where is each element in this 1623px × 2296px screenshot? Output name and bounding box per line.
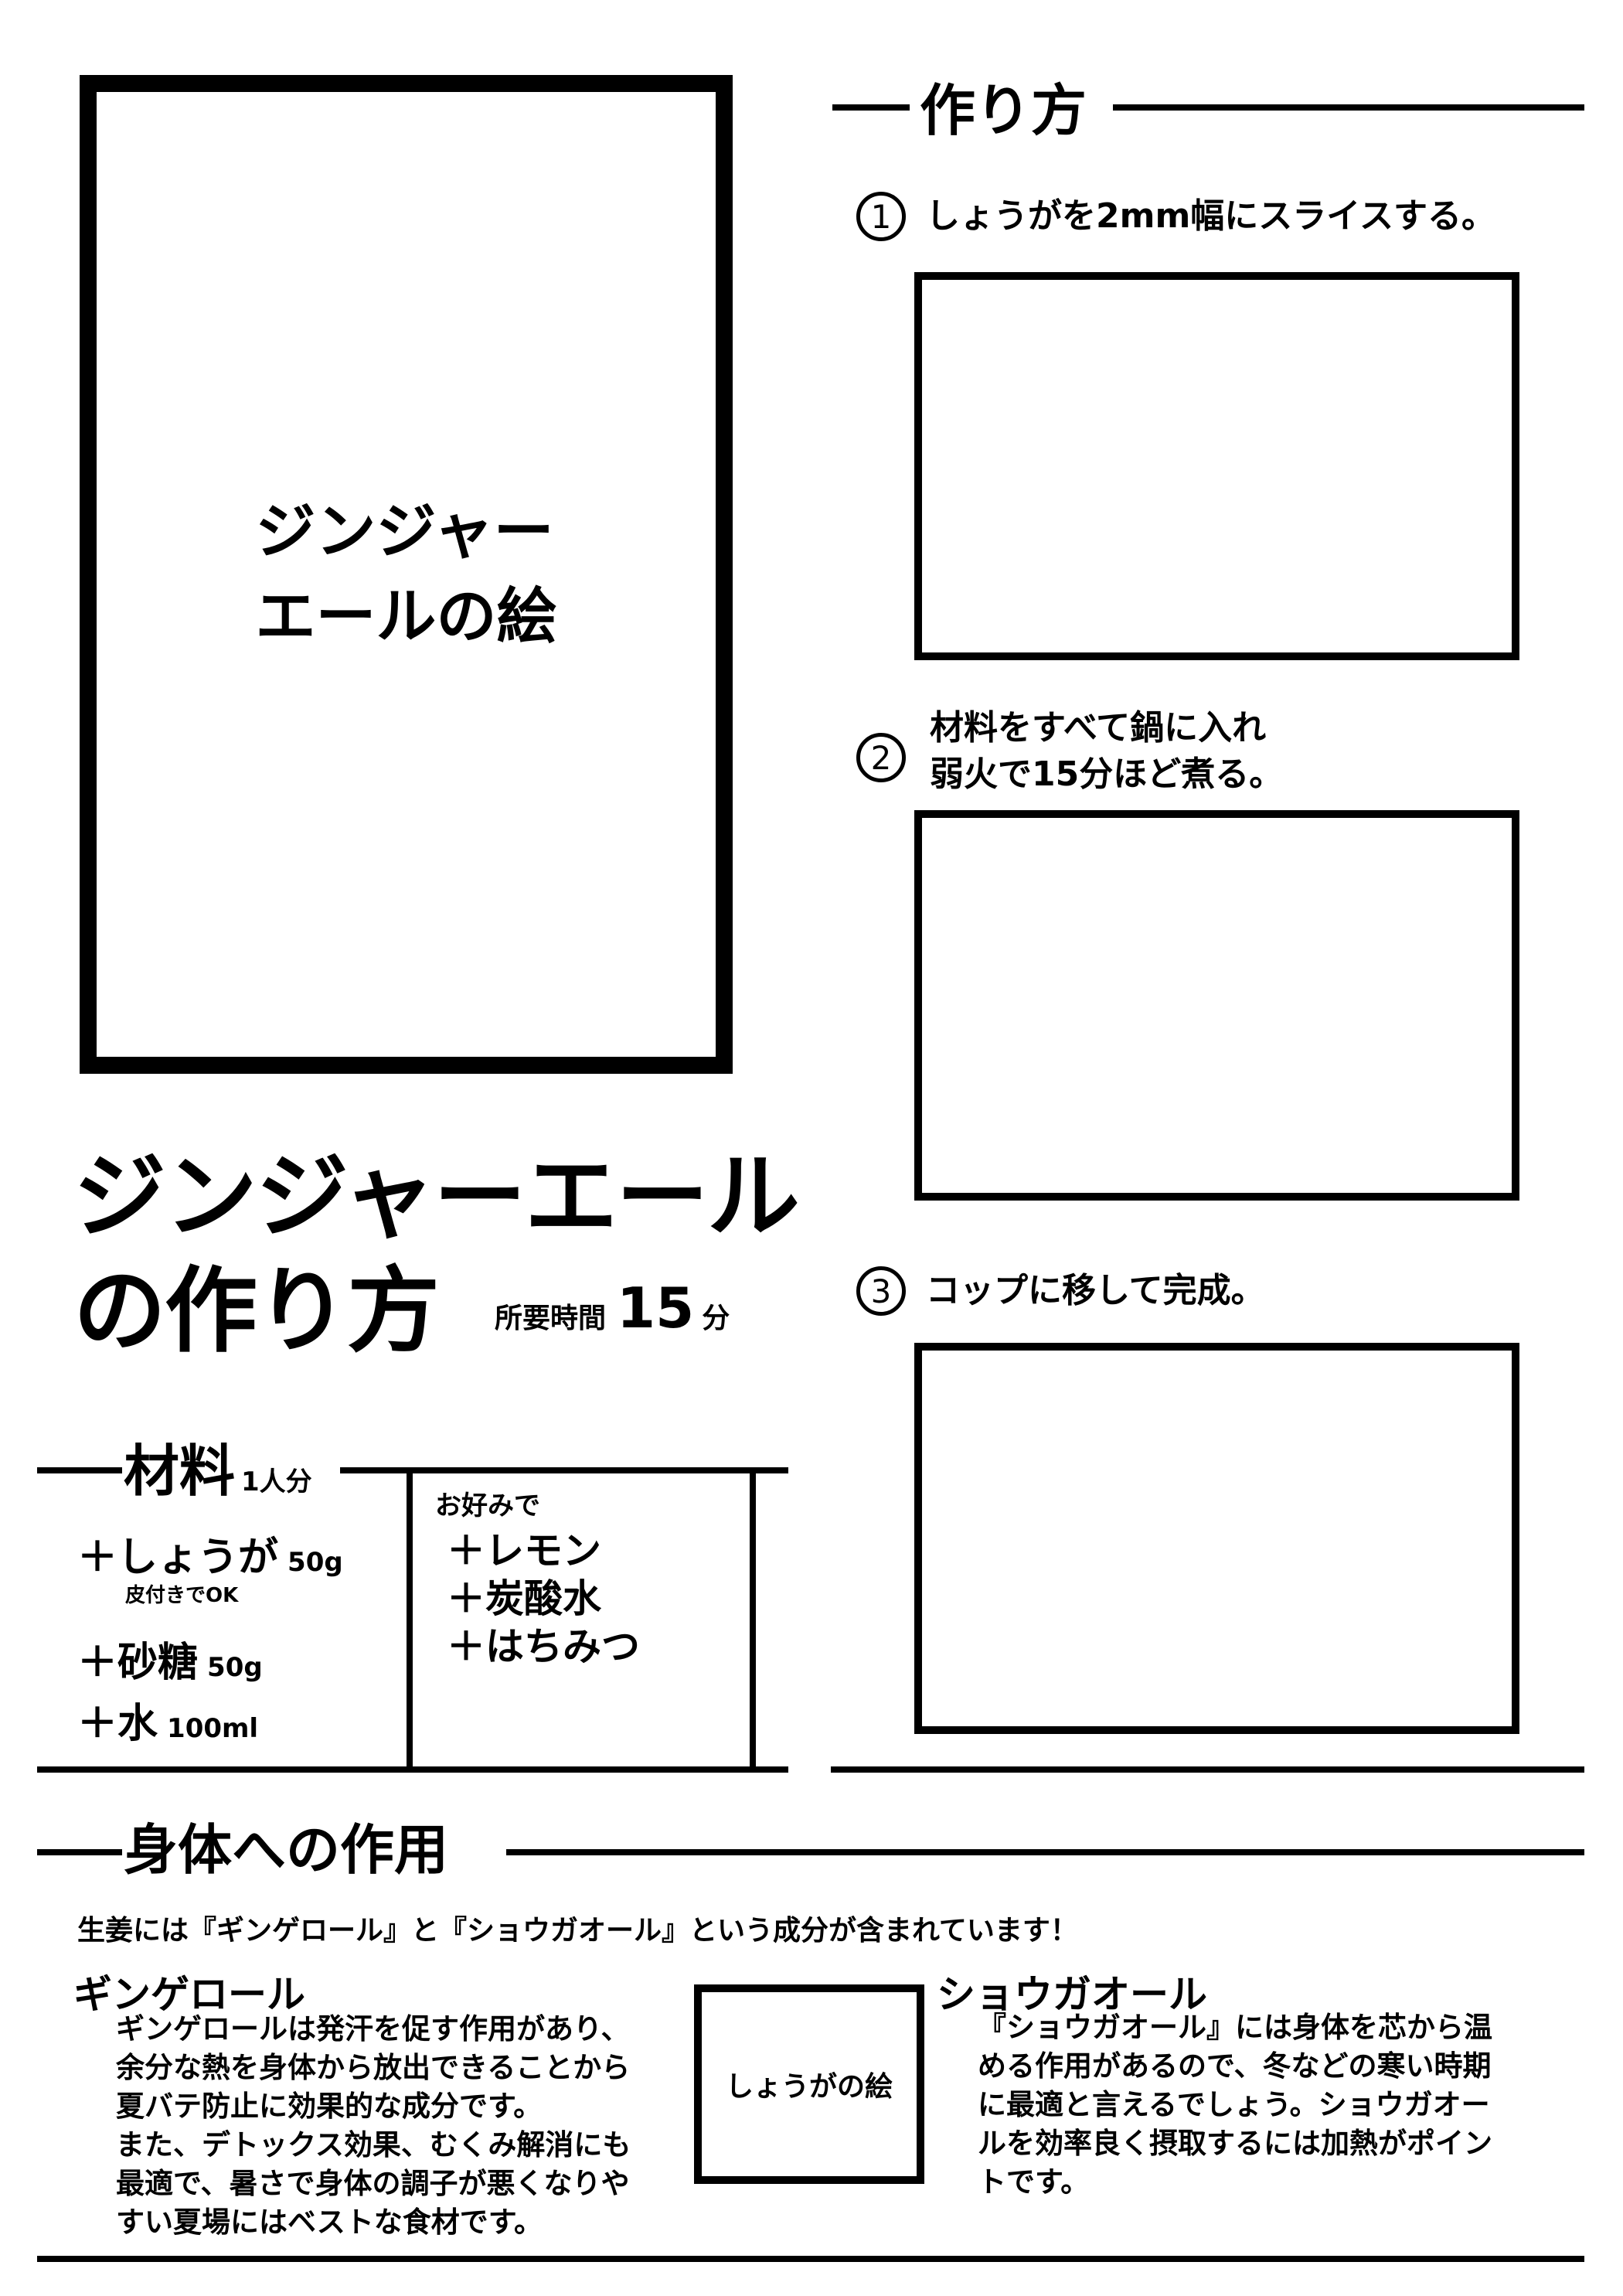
ingredient-amount: 50g [288, 1547, 343, 1578]
effects-intro: 生姜には『ギンゲロール』と『ショウガオール』という成分が含まれています！ [77, 1915, 1078, 1947]
step-1-image-placeholder [914, 272, 1519, 660]
effects-heading: 身体への作用 [124, 1818, 448, 1882]
ingredients-title: 材料 [124, 1439, 236, 1504]
ingredients-heading-rule-left [37, 1467, 122, 1473]
prep-time-value: 15 [617, 1276, 695, 1340]
ingredients-heading: 材料 1人分 [124, 1436, 312, 1506]
optional-name: 炭酸水 [485, 1576, 601, 1621]
illustration-label: ジンジャー エールの絵 [255, 497, 557, 652]
gingerol-text: ギンゲロールは発汗を促す作用があり、 余分な熱を身体から放出できることから 夏バ… [116, 2012, 631, 2239]
ingredient-bullet: ＋ [77, 1701, 118, 1747]
optional-name: はちみつ [485, 1624, 640, 1669]
optional-item: ＋レモン [447, 1527, 640, 1575]
ginger-picture-placeholder: しょうがの絵 [694, 1984, 924, 2184]
optional-bullet: ＋ [447, 1624, 485, 1669]
method-heading-rule-right [1113, 104, 1584, 111]
step-3-image-placeholder [914, 1343, 1519, 1734]
ingredient-bullet: ＋ [77, 1535, 118, 1581]
effects-heading-rule-left [37, 1849, 122, 1855]
step-2-text: 材料をすべて鍋に入れ 弱火で15分ほど煮る。 [930, 708, 1284, 794]
effects-heading-rule-right [506, 1849, 1584, 1855]
ingredient-item: ＋しょうが 50g [77, 1524, 343, 1582]
optional-name: レモン [485, 1528, 601, 1573]
shogaol-text: 『ショウガオール』には身体を芯から温 める作用があるので、冬などの寒い時期 に最… [978, 2011, 1492, 2199]
step-3-number: 3 [856, 1266, 906, 1316]
ingredients-divider [407, 1467, 413, 1773]
prep-time: 所要時間 15 分 [495, 1276, 730, 1340]
page-bottom-rule [37, 2256, 1584, 2262]
optional-heading: お好みで [435, 1490, 540, 1521]
optional-bullet: ＋ [447, 1576, 485, 1621]
method-heading: 作り方 [920, 78, 1087, 143]
title-line-1: ジンジャーエール [73, 1143, 800, 1251]
step-2-number: 2 [856, 733, 906, 782]
serving-size: 1人分 [241, 1467, 312, 1497]
prep-time-label: 所要時間 [495, 1303, 607, 1334]
ingredients-bottom-rule [37, 1766, 788, 1773]
ingredient-amount: 50g [207, 1652, 263, 1683]
drink-illustration-placeholder: ジンジャー エールの絵 [80, 75, 733, 1074]
ingredients-right-border [750, 1467, 756, 1773]
ingredient-note: 皮付きでOK [125, 1584, 239, 1607]
ingredient-name: 砂糖 [117, 1640, 199, 1686]
ingredient-bullet: ＋ [77, 1640, 118, 1686]
optional-item: ＋はちみつ [447, 1623, 640, 1671]
prep-time-unit: 分 [702, 1303, 730, 1334]
step-1-text: しょうがを2mm幅にスライスする。 [926, 196, 1495, 236]
ingredient-name: 水 [117, 1701, 158, 1747]
step-2-image-placeholder [914, 810, 1519, 1201]
method-heading-rule-left [832, 104, 910, 111]
ginger-picture-label: しょうがの絵 [725, 2071, 893, 2103]
optional-item: ＋炭酸水 [447, 1575, 640, 1623]
method-bottom-rule [831, 1766, 1584, 1773]
step-3-text: コップに移して完成。 [926, 1271, 1265, 1310]
ingredient-item: ＋水 100ml [77, 1691, 343, 1749]
ingredient-amount: 100ml [167, 1713, 259, 1744]
ingredient-item: ＋砂糖 50g [77, 1630, 343, 1688]
step-1-number: 1 [856, 192, 906, 241]
optional-bullet: ＋ [447, 1528, 485, 1573]
ingredient-list: ＋しょうが 50g 皮付きでOK ＋砂糖 50g ＋水 100ml [77, 1524, 343, 1749]
ingredient-name: しょうが [117, 1535, 279, 1581]
optional-list: ＋レモン ＋炭酸水 ＋はちみつ [447, 1527, 640, 1671]
